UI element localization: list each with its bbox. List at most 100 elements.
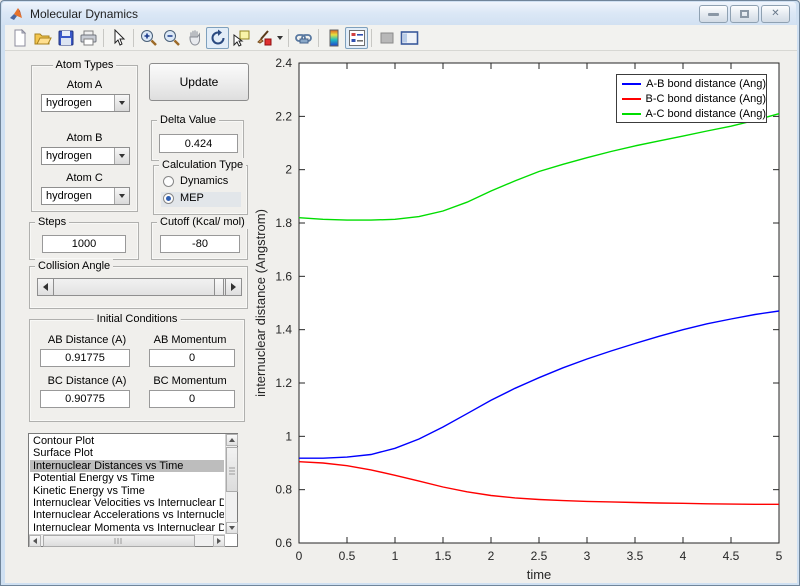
pointer-icon[interactable] [107,27,130,49]
title-bar[interactable]: Molecular Dynamics ✕ [2,2,796,25]
dropdown-arrow-icon[interactable] [114,95,129,111]
toolbar-separator [318,28,319,47]
y-tick-label: 1.6 [275,269,292,283]
cutoff-field[interactable] [160,235,240,253]
save-figure-icon[interactable] [54,27,77,49]
dynamics-radio[interactable] [163,176,174,187]
legend-entry: A-C bond distance (Ang) [622,107,766,120]
cutoff-panel: Cutoff (Kcal/ mol) [151,215,248,260]
toolbar-separator [103,28,104,47]
initial-conditions-panel: Initial Conditions AB Distance (A) AB Mo… [29,312,245,422]
y-tick-label: 2 [285,163,292,177]
new-figure-icon[interactable] [8,27,31,49]
minimize-icon [708,12,719,16]
list-item[interactable]: Contour Plot [30,435,224,447]
atom-b-label: Atom B [66,132,103,144]
close-icon: ✕ [771,8,780,19]
link-plots-icon[interactable] [292,27,315,49]
y-tick-label: 1.2 [275,376,292,390]
delta-value-panel: Delta Value [151,113,244,161]
hide-plot-tools-icon[interactable] [375,27,398,49]
open-file-icon[interactable] [31,27,54,49]
dropdown-arrow-icon[interactable] [114,148,129,164]
scroll-down-button[interactable] [226,522,238,534]
legend-entry: B-C bond distance (Ang) [622,92,766,105]
vertical-scroll-thumb[interactable] [226,447,238,492]
maximize-button[interactable] [730,5,759,23]
toolbar-separator [288,28,289,47]
pan-icon[interactable] [183,27,206,49]
insert-colorbar-icon[interactable] [322,27,345,49]
print-figure-icon[interactable] [77,27,100,49]
scroll-right-button[interactable] [213,535,225,547]
steps-panel: Steps [29,215,139,260]
horizontal-scroll-thumb[interactable] [43,535,195,547]
legend-label: A-B bond distance (Ang) [646,77,766,90]
zoom-out-icon[interactable] [160,27,183,49]
slider-right-arrow[interactable] [225,279,241,295]
y-tick-label: 1.4 [275,323,292,337]
slider-left-arrow[interactable] [38,279,54,295]
x-tick-label: 4.5 [723,549,740,563]
plot-type-listbox: Contour Plot Surface Plot Internuclear D… [28,433,238,547]
list-item[interactable]: Internuclear Accelerations vs Internucle… [30,509,224,521]
ab-momentum-label: AB Momentum [153,334,227,346]
y-tick-label: 0.8 [275,483,292,497]
atom-b-dropdown[interactable]: hydrogen [41,147,130,165]
zoom-in-icon[interactable] [137,27,160,49]
scroll-up-button[interactable] [226,434,238,446]
mep-radio-label[interactable]: MEP [180,192,204,204]
legend-line-sample [622,82,642,85]
list-item[interactable]: Internuclear Momenta vs Internuclear Dis… [30,522,224,533]
dynamics-radio-label[interactable]: Dynamics [180,175,228,187]
y-tick-label: 2.2 [275,109,292,123]
minimize-button[interactable] [699,5,728,23]
list-item[interactable]: Internuclear Velocities vs Internuclear … [30,497,224,509]
x-tick-label: 1.5 [435,549,452,563]
bc-distance-label: BC Distance (A) [47,375,127,387]
toolbar-separator [133,28,134,47]
close-button[interactable]: ✕ [761,5,790,23]
data-cursor-icon[interactable] [229,27,252,49]
legend-label: B-C bond distance (Ang) [645,92,766,105]
list-item[interactable]: Kinetic Energy vs Time [30,485,224,497]
x-tick-label: 4 [680,549,687,563]
maximize-icon [740,10,749,18]
y-axis-label: internuclear distance (Angstrom) [253,209,268,397]
delta-value-field[interactable] [159,134,238,153]
initial-conditions-title: Initial Conditions [93,312,181,326]
axes-plot[interactable]: 0 0.5 1 1.5 2 2.5 3 3.5 4 4.5 5 0.6 0.8 1 1.2 1.4 1.6 1.8… [251,53,796,585]
plot-legend[interactable]: A-B bond distance (Ang) B-C bond distanc… [616,74,767,123]
atom-c-dropdown[interactable]: hydrogen [41,187,130,205]
x-tick-label: 1 [392,549,399,563]
collision-angle-slider[interactable] [37,278,242,296]
slider-thumb[interactable] [214,279,224,295]
delta-value-title: Delta Value [157,113,220,127]
atom-c-label: Atom C [66,172,103,184]
show-plot-tools-icon[interactable] [398,27,421,49]
horizontal-scrollbar[interactable] [29,534,225,547]
vertical-scrollbar[interactable] [225,434,238,534]
insert-legend-icon[interactable] [345,26,368,49]
rotate-3d-icon[interactable] [206,26,229,49]
dropdown-arrow-icon[interactable] [114,188,129,204]
mep-radio[interactable] [163,193,174,204]
x-axis-label: time [527,567,552,582]
ab-distance-field[interactable] [40,349,130,367]
ab-momentum-field[interactable] [149,349,235,367]
steps-field[interactable] [42,235,126,253]
atom-a-dropdown[interactable]: hydrogen [41,94,130,112]
update-button[interactable]: Update [149,63,249,101]
list-item[interactable]: Surface Plot [30,447,224,459]
brush-dropdown-icon[interactable] [275,27,285,49]
legend-label: A-C bond distance (Ang) [645,107,766,120]
molecular-dynamics-window: Molecular Dynamics ✕ Atom Types Atom A h… [0,0,800,586]
brush-data-icon[interactable] [252,27,275,49]
list-item[interactable]: Potential Energy vs Time [30,472,224,484]
scroll-left-button[interactable] [29,535,41,547]
bc-distance-field[interactable] [40,390,130,408]
bc-momentum-field[interactable] [149,390,235,408]
legend-line-sample [622,97,641,100]
list-item-selected[interactable]: Internuclear Distances vs Time [30,459,224,473]
calculation-type-title: Calculation Type [159,158,247,172]
